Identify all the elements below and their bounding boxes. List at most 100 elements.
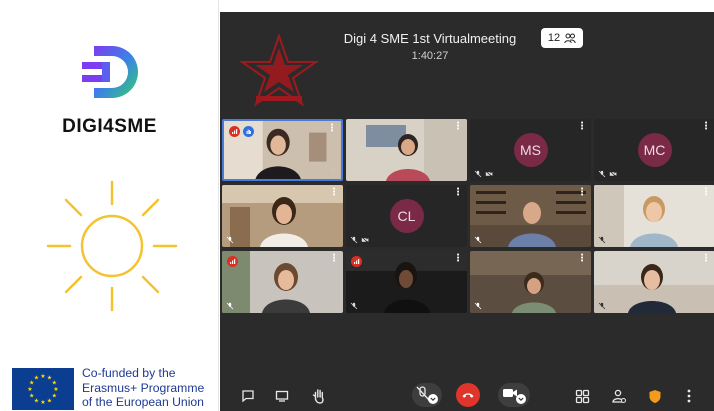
people-icon xyxy=(564,33,576,44)
screen-share-button[interactable] xyxy=(272,386,292,406)
microphone-toggle-button[interactable] xyxy=(412,383,442,407)
participant-tile[interactable]: ⋮ ☆ xyxy=(222,119,343,181)
tile-status xyxy=(226,302,234,310)
video-feed xyxy=(222,251,343,313)
participant-tile[interactable]: ⋮ xyxy=(594,185,714,247)
tile-view-icon xyxy=(575,389,589,403)
svg-text:★: ★ xyxy=(52,393,57,400)
camera-toggle-button[interactable] xyxy=(498,383,530,407)
mic-off-icon xyxy=(226,302,234,310)
video-feed xyxy=(470,185,591,247)
tile-status xyxy=(350,302,358,310)
participant-tile[interactable]: ⋮ xyxy=(222,185,343,247)
avatar: MC xyxy=(637,133,672,167)
camera-off-icon xyxy=(485,170,493,178)
camera-icon xyxy=(503,389,526,404)
tile-status xyxy=(598,236,606,244)
meeting-timer: 1:40:27 xyxy=(411,50,449,62)
participant-tile[interactable]: CL ⋮ xyxy=(346,185,467,247)
participant-tile[interactable]: ⋮ xyxy=(346,251,467,313)
raise-hand-icon xyxy=(312,389,324,404)
chat-icon xyxy=(242,390,254,403)
star-watermark-icon xyxy=(238,34,320,107)
signal-indicator-icon xyxy=(227,256,238,267)
tile-menu-icon[interactable]: ⋮ xyxy=(577,254,587,264)
participant-tile[interactable]: ⋮ xyxy=(346,119,467,181)
mic-off-icon xyxy=(474,302,482,310)
video-feed xyxy=(594,185,714,247)
hang-up-button[interactable] xyxy=(456,383,480,407)
mic-off-icon xyxy=(598,302,606,310)
raised-hand-indicator-icon xyxy=(243,126,254,137)
svg-text:★: ★ xyxy=(40,373,45,380)
promo-panel: DIGI4SME ★ ★ ★ ★ ★ ★ ★ ★ ★ ★ ★ ★ Co-funded by th… xyxy=(0,0,219,411)
eu-text-line: of the European Union xyxy=(82,395,204,409)
security-shield-icon xyxy=(649,389,661,403)
tile-menu-icon[interactable]: ⋮ xyxy=(327,124,337,134)
mic-off-icon xyxy=(226,236,234,244)
svg-text:★: ★ xyxy=(47,397,52,404)
eu-text-line: Co-funded by the xyxy=(82,366,176,380)
signal-indicator-icon xyxy=(229,126,240,137)
participant-tile[interactable]: MS ⋮ xyxy=(470,119,591,181)
meeting-title: Digi 4 SME 1st Virtualmeeting xyxy=(343,31,517,46)
participant-tile[interactable]: ⋮ xyxy=(594,251,714,313)
participant-count-badge[interactable]: 12 xyxy=(541,28,583,48)
participant-tile[interactable]: ⋮ xyxy=(222,251,343,313)
hang-up-icon xyxy=(462,393,474,398)
tile-status xyxy=(474,236,482,244)
tile-menu-icon[interactable]: ⋮ xyxy=(577,188,587,198)
camera-off-icon xyxy=(609,170,617,178)
tile-badges xyxy=(229,126,254,137)
video-feed xyxy=(594,251,714,313)
mic-off-icon xyxy=(474,236,482,244)
avatar: MS xyxy=(513,133,548,167)
tile-menu-icon[interactable]: ⋮ xyxy=(329,254,339,264)
sun-icon xyxy=(46,180,178,312)
tile-menu-icon[interactable]: ⋮ xyxy=(701,254,711,264)
tile-menu-icon[interactable]: ⋮ xyxy=(577,122,587,132)
eu-funding-text: Co-funded by the Erasmus+ Programme of t… xyxy=(82,366,216,410)
video-feed xyxy=(346,119,467,181)
chat-button[interactable] xyxy=(238,386,258,406)
mic-off-icon xyxy=(598,170,606,178)
avatar: CL xyxy=(389,199,424,233)
mic-off-icon xyxy=(474,170,482,178)
video-feed xyxy=(470,251,591,313)
raise-hand-button[interactable] xyxy=(309,385,329,407)
signal-indicator-icon xyxy=(351,256,362,267)
tile-menu-icon[interactable]: ⋮ xyxy=(453,122,463,132)
tile-status xyxy=(474,302,482,310)
screen-share-icon xyxy=(275,390,289,402)
tile-badges xyxy=(351,256,362,267)
tile-status xyxy=(598,170,617,178)
tile-status xyxy=(226,236,234,244)
tile-status xyxy=(350,236,369,244)
participant-count: 12 xyxy=(547,32,561,44)
participants-button[interactable] xyxy=(608,386,628,406)
tile-view-button[interactable] xyxy=(572,386,592,406)
svg-text:★: ★ xyxy=(34,397,39,404)
participant-tile[interactable]: ⋮ xyxy=(470,251,591,313)
tile-menu-icon[interactable]: ⋮ xyxy=(701,122,711,132)
tile-menu-icon[interactable]: ⋮ xyxy=(701,188,711,198)
more-options-button[interactable] xyxy=(681,386,697,406)
tile-status xyxy=(598,302,606,310)
meeting-area: Digi 4 SME 1st Virtualmeeting 1:40:27 12 xyxy=(220,0,714,411)
participant-tile[interactable]: MC ⋮ xyxy=(594,119,714,181)
svg-text:★: ★ xyxy=(34,375,39,382)
pin-star-icon[interactable]: ☆ xyxy=(329,165,337,176)
mic-off-icon xyxy=(598,236,606,244)
tile-menu-icon[interactable]: ⋮ xyxy=(453,188,463,198)
video-feed xyxy=(222,185,343,247)
video-feed xyxy=(346,251,467,313)
tile-menu-icon[interactable]: ⋮ xyxy=(329,188,339,198)
microphone-muted-icon xyxy=(416,386,438,404)
participants-icon xyxy=(611,389,626,403)
top-strip xyxy=(220,0,714,12)
participant-tile[interactable]: ⋮ xyxy=(470,185,591,247)
tile-menu-icon[interactable]: ⋮ xyxy=(453,254,463,264)
security-button[interactable] xyxy=(645,386,665,406)
logo-text: DIGI4SME xyxy=(62,116,157,137)
mic-off-icon xyxy=(350,302,358,310)
